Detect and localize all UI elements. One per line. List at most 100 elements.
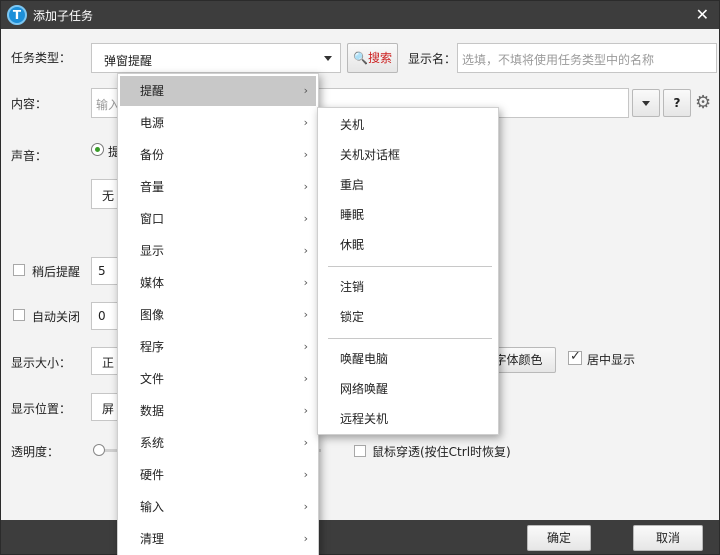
help-button[interactable]: ?	[663, 89, 691, 117]
menu-item-label: 文件	[140, 372, 165, 386]
chevron-right-icon: ›	[303, 148, 308, 161]
size-label: 显示大小：	[11, 356, 72, 370]
chevron-right-icon: ›	[303, 340, 308, 353]
autoclose-checkbox[interactable]	[13, 309, 25, 321]
search-button-label: 搜索	[367, 51, 392, 65]
task-type-menu: 提醒 › 电源 › 备份 › 音量 › 窗口 › 显示 › 媒体 › 图像 › 程序 › 文件 › 数据 › 系统 › 硬件 › 输…	[117, 73, 319, 555]
menu-item-label: 音量	[140, 180, 165, 194]
submenu-item[interactable]: 关机对话框	[319, 140, 497, 170]
chevron-right-icon: ›	[303, 212, 308, 225]
cancel-button[interactable]: 取消	[633, 525, 703, 551]
snooze-checkbox[interactable]	[13, 264, 25, 276]
app-logo-icon: T	[7, 5, 27, 25]
search-icon: 🔍	[353, 51, 368, 65]
menu-item[interactable]: 媒体 ›	[120, 268, 316, 298]
menu-item[interactable]: 图像 ›	[120, 300, 316, 330]
task-type-value: 弹窗提醒	[104, 54, 153, 68]
sound-label: 声音：	[11, 149, 48, 163]
chevron-right-icon: ›	[303, 500, 308, 513]
chevron-right-icon: ›	[303, 404, 308, 417]
menu-item-label: 图像	[140, 308, 165, 322]
menu-item[interactable]: 文件 ›	[120, 364, 316, 394]
chevron-right-icon: ›	[303, 244, 308, 257]
display-name-label: 显示名：	[408, 52, 457, 66]
menu-item[interactable]: 硬件 ›	[120, 460, 316, 490]
submenu-item[interactable]: 关机	[319, 110, 497, 140]
center-label: 居中显示	[587, 353, 636, 367]
menu-item[interactable]: 提醒 ›	[120, 76, 316, 106]
opacity-label: 透明度：	[11, 445, 60, 459]
position-label: 显示位置：	[11, 402, 72, 416]
menu-item-label: 硬件	[140, 468, 165, 482]
menu-item[interactable]: 清理 ›	[120, 524, 316, 554]
menu-item-label: 媒体	[140, 276, 165, 290]
menu-item-label: 系统	[140, 436, 165, 450]
display-name-placeholder: 选填，不填将使用任务类型中的名称	[462, 53, 655, 67]
menu-item-label: 程序	[140, 340, 165, 354]
mouse-through-label: 鼠标穿透(按住Ctrl时恢复)	[372, 445, 511, 459]
submenu-item[interactable]: 休眠	[319, 230, 497, 260]
window-title: 添加子任务	[33, 9, 94, 23]
sound-radio[interactable]	[91, 143, 104, 156]
menu-item[interactable]: 系统 ›	[120, 428, 316, 458]
submenu-item[interactable]: 网络唤醒	[319, 374, 497, 404]
checkmark-icon: ✓	[570, 349, 581, 364]
title-bar: T 添加子任务 ✕	[1, 1, 719, 29]
chevron-right-icon: ›	[303, 276, 308, 289]
menu-item[interactable]: 窗口 ›	[120, 204, 316, 234]
menu-item-label: 电源	[140, 116, 165, 130]
menu-item[interactable]: 数据 ›	[120, 396, 316, 426]
submenu-item[interactable]: 重启	[319, 170, 497, 200]
add-subtask-dialog: T 添加子任务 ✕ 任务类型： 弹窗提醒 🔍搜索 显示名： 选填，不填将使用任务…	[0, 0, 720, 555]
chevron-right-icon: ›	[303, 116, 308, 129]
submenu-item[interactable]: 唤醒电脑	[319, 344, 497, 374]
menu-item-label: 输入	[140, 500, 165, 514]
mouse-through-checkbox[interactable]	[354, 445, 366, 457]
size-value: 正	[102, 356, 115, 370]
search-button[interactable]: 🔍搜索	[347, 43, 398, 73]
center-checkbox[interactable]: ✓	[568, 349, 582, 365]
menu-item-label: 显示	[140, 244, 165, 258]
sound-select-value: 无	[102, 189, 115, 203]
menu-item[interactable]: 备份 ›	[120, 140, 316, 170]
gear-icon[interactable]: ⚙	[695, 92, 711, 113]
chevron-down-icon	[324, 56, 332, 61]
chevron-right-icon: ›	[303, 372, 308, 385]
menu-item-label: 窗口	[140, 212, 165, 226]
content-label: 内容：	[11, 97, 48, 111]
submenu-item[interactable]: 注销	[319, 272, 497, 302]
reminder-submenu: 关机 关机对话框 重启 睡眠 休眠注销 锁定唤醒电脑 网络唤醒 远程关机	[317, 107, 499, 435]
menu-item[interactable]: 电源 ›	[120, 108, 316, 138]
menu-item-label: 备份	[140, 148, 165, 162]
chevron-down-icon	[642, 101, 650, 106]
menu-item-label: 数据	[140, 404, 165, 418]
chevron-right-icon: ›	[303, 436, 308, 449]
menu-item[interactable]: 音量 ›	[120, 172, 316, 202]
menu-item[interactable]: 输入 ›	[120, 492, 316, 522]
chevron-right-icon: ›	[303, 532, 308, 545]
autoclose-value: 0	[98, 309, 106, 323]
ok-button[interactable]: 确定	[527, 525, 591, 551]
dialog-footer	[1, 520, 719, 554]
chevron-right-icon: ›	[303, 468, 308, 481]
snooze-label: 稍后提醒	[32, 265, 81, 279]
menu-item[interactable]: 程序 ›	[120, 332, 316, 362]
position-value: 屏	[102, 402, 115, 416]
menu-item-label: 清理	[140, 532, 165, 546]
menu-separator	[328, 266, 492, 267]
chevron-right-icon: ›	[303, 180, 308, 193]
menu-item[interactable]: 显示 ›	[120, 236, 316, 266]
display-name-input[interactable]: 选填，不填将使用任务类型中的名称	[457, 43, 717, 73]
menu-separator	[328, 338, 492, 339]
content-dropdown-button[interactable]	[632, 89, 660, 117]
task-type-select[interactable]: 弹窗提醒	[91, 43, 341, 73]
autoclose-label: 自动关闭	[32, 310, 81, 324]
close-icon[interactable]: ✕	[696, 5, 709, 24]
snooze-value: 5	[98, 264, 106, 278]
submenu-item[interactable]: 睡眠	[319, 200, 497, 230]
opacity-slider-handle[interactable]	[93, 444, 105, 456]
submenu-item[interactable]: 锁定	[319, 302, 497, 332]
chevron-right-icon: ›	[303, 84, 308, 97]
menu-item-label: 提醒	[140, 84, 165, 98]
submenu-item[interactable]: 远程关机	[319, 404, 497, 434]
